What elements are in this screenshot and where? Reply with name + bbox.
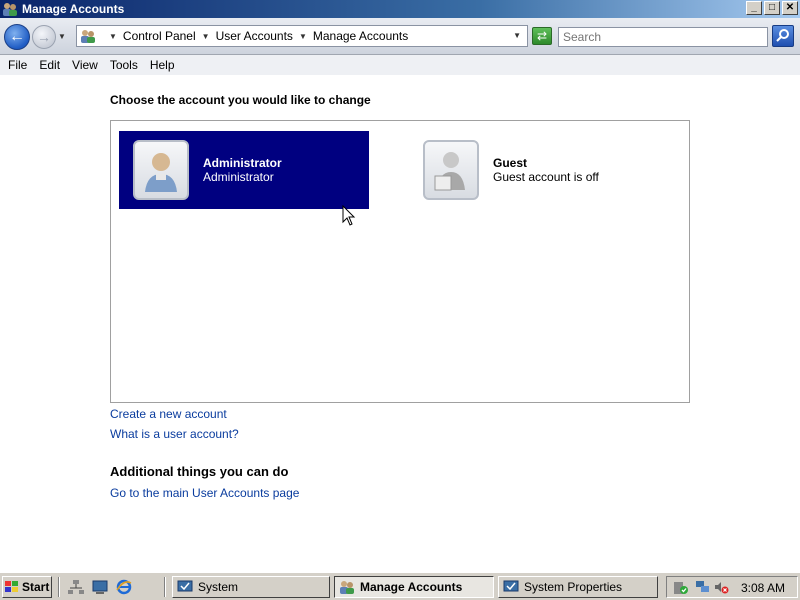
account-name: Administrator — [203, 156, 282, 170]
breadcrumb-manage-accounts[interactable]: Manage Accounts — [313, 29, 408, 43]
recent-pages-dropdown[interactable]: ▼ — [58, 32, 66, 41]
users-icon — [339, 580, 355, 594]
search-input[interactable] — [558, 27, 768, 47]
main-user-accounts-link[interactable]: Go to the main User Accounts page — [110, 486, 299, 500]
menu-view[interactable]: View — [66, 58, 104, 72]
system-icon — [177, 580, 193, 594]
start-label: Start — [22, 580, 50, 594]
accounts-panel: Administrator Administrator Guest Guest … — [110, 120, 690, 403]
menu-file[interactable]: File — [2, 58, 33, 72]
breadcrumb-user-accounts[interactable]: User Accounts — [216, 29, 293, 43]
menu-help[interactable]: Help — [144, 58, 181, 72]
create-account-link[interactable]: Create a new account — [110, 407, 227, 421]
maximize-button[interactable]: □ — [764, 1, 780, 15]
account-tile-guest[interactable]: Guest Guest account is off — [409, 131, 659, 209]
forward-button[interactable]: → — [32, 25, 56, 49]
refresh-icon: ⇄ — [536, 29, 548, 43]
account-description: Guest account is off — [493, 170, 599, 184]
chevron-down-icon[interactable]: ▼ — [299, 32, 307, 41]
security-shield-icon[interactable] — [673, 579, 689, 595]
system-properties-icon — [503, 580, 519, 594]
back-arrow-icon: ← — [9, 28, 25, 45]
task-system[interactable]: System — [172, 576, 330, 598]
page-heading: Choose the account you would like to cha… — [110, 93, 371, 107]
task-system-properties[interactable]: System Properties — [498, 576, 658, 598]
task-label: Manage Accounts — [360, 580, 463, 594]
address-bar: ← → ▼ ▼ Control Panel ▼ User Accounts ▼ … — [0, 18, 800, 55]
task-label: System Properties — [524, 580, 623, 594]
chevron-down-icon[interactable]: ▼ — [202, 32, 210, 41]
account-name: Guest — [493, 156, 528, 170]
account-description: Administrator — [203, 170, 274, 184]
network-icon[interactable] — [68, 579, 84, 595]
task-label: System — [198, 580, 239, 594]
network-status-icon[interactable] — [695, 579, 711, 595]
search-button[interactable] — [772, 25, 794, 47]
start-button[interactable]: Start — [2, 576, 52, 598]
menu-tools[interactable]: Tools — [104, 58, 144, 72]
additional-section-title: Additional things you can do — [110, 464, 289, 479]
minimize-button[interactable]: _ — [746, 1, 762, 15]
guest-user-icon — [423, 140, 479, 200]
refresh-button[interactable]: ⇄ — [532, 27, 552, 45]
account-text: Guest Guest account is off — [493, 156, 599, 184]
volume-muted-icon[interactable] — [713, 579, 729, 595]
menu-bar: File Edit View Tools Help — [0, 55, 800, 75]
main-content: Choose the account you would like to cha… — [0, 75, 800, 572]
window-title: Manage Accounts — [22, 2, 125, 16]
windows-flag-icon — [5, 581, 19, 593]
close-button[interactable]: ✕ — [782, 1, 798, 15]
mouse-cursor-icon — [342, 204, 356, 227]
task-manage-accounts[interactable]: Manage Accounts — [334, 576, 494, 598]
internet-explorer-icon[interactable] — [116, 579, 132, 595]
taskbar: Start System Manage Accounts System Prop… — [0, 572, 800, 600]
admin-user-icon — [133, 140, 189, 200]
breadcrumb[interactable]: ▼ Control Panel ▼ User Accounts ▼ Manage… — [76, 25, 528, 47]
users-icon — [2, 1, 18, 17]
breadcrumb-control-panel[interactable]: Control Panel — [123, 29, 196, 43]
back-button[interactable]: ← — [4, 24, 30, 50]
taskbar-separator — [58, 577, 60, 597]
control-panel-icon — [79, 28, 97, 44]
what-is-account-link[interactable]: What is a user account? — [110, 427, 239, 441]
system-tray: 3:08 AM — [666, 576, 798, 598]
account-text: Administrator Administrator — [203, 156, 282, 184]
window-controls: _ □ ✕ — [746, 1, 798, 15]
account-tile-administrator[interactable]: Administrator Administrator — [119, 131, 369, 209]
title-bar[interactable]: Manage Accounts _ □ ✕ — [0, 0, 800, 18]
address-dropdown-icon[interactable]: ▼ — [513, 31, 521, 40]
chevron-down-icon[interactable]: ▼ — [109, 32, 117, 41]
magnifier-icon — [776, 28, 790, 45]
taskbar-separator — [164, 577, 166, 597]
clock[interactable]: 3:08 AM — [741, 581, 785, 595]
menu-edit[interactable]: Edit — [33, 58, 66, 72]
forward-arrow-icon: → — [37, 29, 51, 45]
show-desktop-icon[interactable] — [92, 579, 108, 595]
